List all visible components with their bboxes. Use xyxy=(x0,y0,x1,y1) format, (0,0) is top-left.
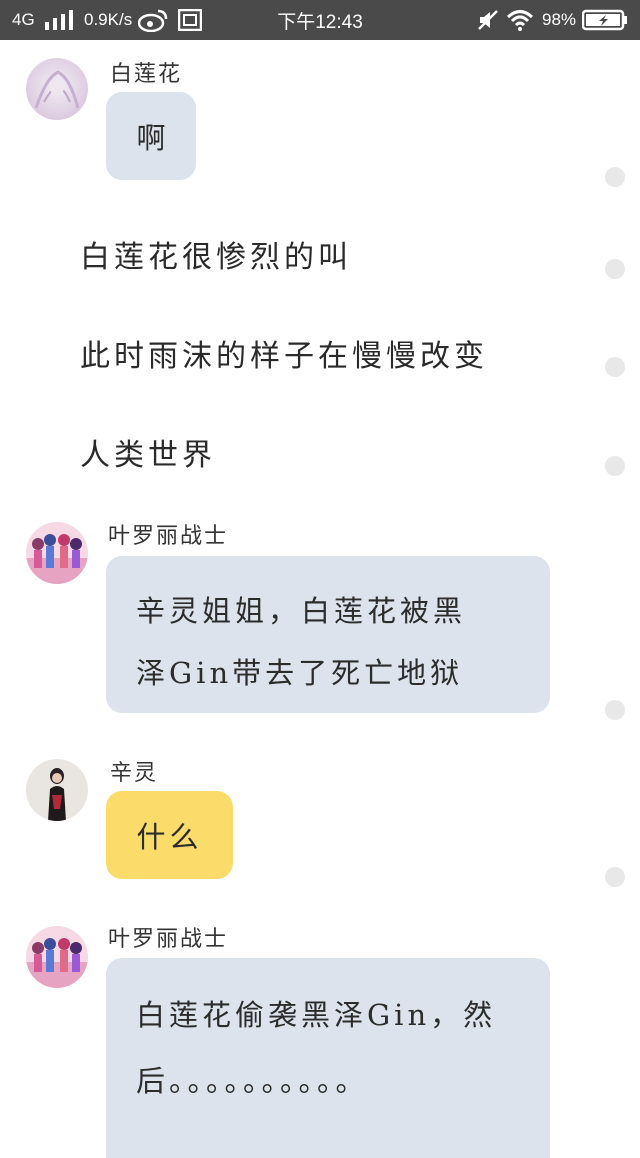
clock: 下午12:43 xyxy=(277,11,363,33)
avatar-yeluoli-warriors[interactable] xyxy=(26,522,88,584)
chat-bubble[interactable]: 辛灵姐姐，白莲花被黑 泽Gin带去了死亡地狱 xyxy=(106,556,550,713)
message-text-line: 后。。。。。。。。。。 xyxy=(136,1064,369,1098)
side-dot xyxy=(605,867,625,887)
side-dot xyxy=(605,167,625,187)
narration-line: 人类世界 xyxy=(80,438,216,473)
message-text: 啊 xyxy=(136,121,166,155)
message-text-line: 白莲花偷袭黑泽Gin，然 xyxy=(136,998,497,1032)
message-text-line: 辛灵姐姐，白莲花被黑 xyxy=(136,594,467,628)
wifi-icon xyxy=(506,0,534,40)
network-speed: 0.9K/s xyxy=(84,10,133,29)
narration-line: 此时雨沫的样子在慢慢改变 xyxy=(80,339,488,374)
sim-card-icon xyxy=(178,0,202,40)
sender-name: 辛灵 xyxy=(110,761,159,786)
battery-percent: 98% xyxy=(542,10,577,29)
chat-bubble[interactable]: 什么 xyxy=(106,791,233,879)
chat-bubble[interactable]: 啊 xyxy=(106,92,196,180)
side-dot xyxy=(605,357,625,377)
signal-bars-icon xyxy=(45,0,75,40)
mute-icon xyxy=(478,0,498,40)
sender-name: 叶罗丽战士 xyxy=(108,927,229,952)
network-type: 4G xyxy=(12,10,35,29)
message-text: 什么 xyxy=(136,820,203,854)
avatar-bailianhua[interactable] xyxy=(26,58,88,120)
status-bar: 4G 0.9K/s 下午12:43 98% xyxy=(0,0,640,40)
avatar-yeluoli-warriors[interactable] xyxy=(26,926,88,988)
weibo-icon xyxy=(138,0,168,40)
battery-charging-icon xyxy=(582,0,628,40)
narration-line: 白莲花很惨烈的叫 xyxy=(80,240,352,275)
side-dot xyxy=(605,456,625,476)
sender-name: 白莲花 xyxy=(110,62,183,87)
side-dot xyxy=(605,259,625,279)
sender-name: 叶罗丽战士 xyxy=(108,524,229,549)
message-text-line: 泽Gin带去了死亡地狱 xyxy=(136,656,464,690)
avatar-xinling[interactable] xyxy=(26,759,88,821)
chat-bubble[interactable]: 白莲花偷袭黑泽Gin，然 后。。。。。。。。。。 xyxy=(106,958,550,1158)
side-dot xyxy=(605,700,625,720)
